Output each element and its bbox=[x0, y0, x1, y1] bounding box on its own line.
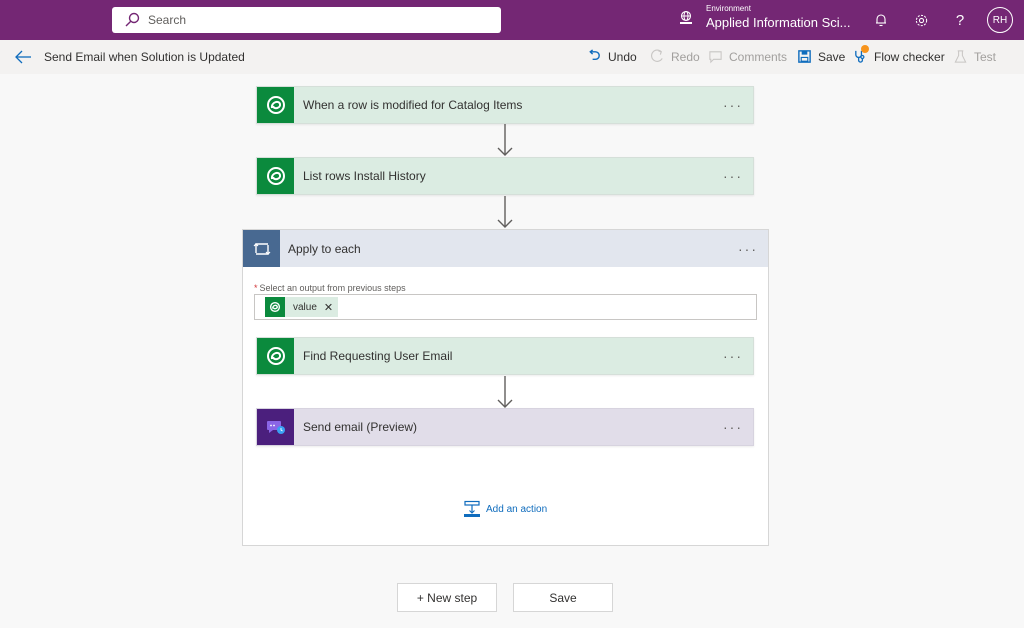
search-placeholder: Search bbox=[148, 13, 187, 27]
notifications-button[interactable] bbox=[871, 10, 891, 30]
gear-icon bbox=[915, 14, 927, 26]
environment-picker[interactable]: Environment Applied Information Sci... bbox=[678, 4, 851, 32]
add-action-button[interactable]: Add an action bbox=[463, 500, 547, 518]
avatar[interactable]: RH bbox=[987, 7, 1013, 33]
globe-icon bbox=[680, 10, 692, 24]
value-token[interactable]: value ✕ bbox=[265, 297, 339, 317]
redo-label: Redo bbox=[671, 49, 700, 64]
flow-title: Send Email when Solution is Updated bbox=[44, 50, 245, 64]
comments-label: Comments bbox=[729, 49, 788, 64]
save-icon bbox=[798, 50, 811, 63]
environment-label: Environment bbox=[706, 4, 751, 13]
undo-button[interactable]: Undo bbox=[587, 49, 637, 64]
comments-button[interactable]: Comments bbox=[708, 49, 787, 64]
loop-label: Apply to each bbox=[288, 241, 361, 256]
help-icon: ? bbox=[955, 11, 965, 29]
command-bar: Send Email when Solution is Updated Undo… bbox=[0, 40, 1024, 74]
undo-icon bbox=[589, 49, 600, 61]
bell-icon bbox=[876, 14, 886, 27]
dataverse-icon bbox=[257, 158, 294, 194]
warning-badge bbox=[861, 45, 869, 53]
redo-button[interactable]: Redo bbox=[650, 49, 700, 64]
new-step-button[interactable]: + New step bbox=[397, 583, 497, 612]
loop-icon bbox=[243, 230, 280, 267]
more-options-icon[interactable]: ··· bbox=[738, 241, 758, 257]
connector-arrow bbox=[497, 124, 513, 156]
search-input[interactable]: Search bbox=[112, 7, 501, 33]
more-options-icon[interactable]: ··· bbox=[723, 419, 743, 435]
step-label: Send email (Preview) bbox=[303, 420, 418, 434]
flow-step-trigger[interactable]: When a row is modified for Catalog Items… bbox=[256, 86, 754, 124]
search-icon bbox=[125, 12, 140, 27]
remove-token-icon[interactable]: ✕ bbox=[324, 301, 333, 314]
field-label-text: Select an output from previous steps bbox=[259, 283, 406, 293]
flow-checker-label: Flow checker bbox=[874, 49, 945, 64]
output-field-label: * Select an output from previous steps bbox=[254, 283, 406, 293]
flow-checker-button[interactable]: Flow checker bbox=[853, 45, 945, 64]
step-label: Find Requesting User Email bbox=[303, 349, 453, 363]
apply-to-each-header[interactable]: Apply to each ··· bbox=[243, 230, 768, 267]
connector-arrow bbox=[497, 196, 513, 228]
test-label: Test bbox=[974, 49, 997, 64]
flow-step-list-rows[interactable]: List rows Install History ··· bbox=[256, 157, 754, 195]
connector-arrow bbox=[497, 376, 513, 408]
save-toolbar-label: Save bbox=[818, 49, 846, 64]
more-options-icon[interactable]: ··· bbox=[723, 168, 743, 184]
dataverse-icon bbox=[257, 338, 294, 374]
token-value: value bbox=[293, 301, 317, 313]
flow-step-find-user[interactable]: Find Requesting User Email ··· bbox=[256, 337, 754, 375]
environment-value: Applied Information Sci... bbox=[706, 15, 851, 30]
back-arrow-icon[interactable] bbox=[14, 49, 32, 65]
dataverse-icon bbox=[257, 87, 294, 123]
required-marker: * bbox=[254, 283, 258, 293]
settings-button[interactable] bbox=[911, 10, 931, 30]
redo-icon bbox=[651, 49, 663, 62]
save-button[interactable]: Save bbox=[513, 583, 613, 612]
comment-icon bbox=[709, 51, 722, 64]
more-options-icon[interactable]: ··· bbox=[723, 348, 743, 364]
dataverse-icon bbox=[265, 297, 285, 317]
step-label: When a row is modified for Catalog Items bbox=[303, 98, 523, 112]
save-toolbar-button[interactable]: Save bbox=[797, 49, 845, 64]
output-select-input[interactable]: value ✕ bbox=[254, 294, 757, 320]
test-button[interactable]: Test bbox=[953, 49, 996, 64]
step-label: List rows Install History bbox=[303, 169, 426, 183]
more-options-icon[interactable]: ··· bbox=[723, 97, 743, 113]
undo-label: Undo bbox=[608, 49, 637, 64]
flask-icon bbox=[954, 50, 967, 63]
help-button[interactable]: ? bbox=[950, 10, 970, 30]
flow-step-send-email[interactable]: Send email (Preview) ··· bbox=[256, 408, 754, 446]
top-bar: Search Environment Applied Information S… bbox=[0, 0, 1024, 40]
add-action-label: Add an action bbox=[486, 503, 548, 515]
add-action-icon bbox=[464, 500, 480, 517]
email-preview-icon bbox=[257, 409, 294, 445]
